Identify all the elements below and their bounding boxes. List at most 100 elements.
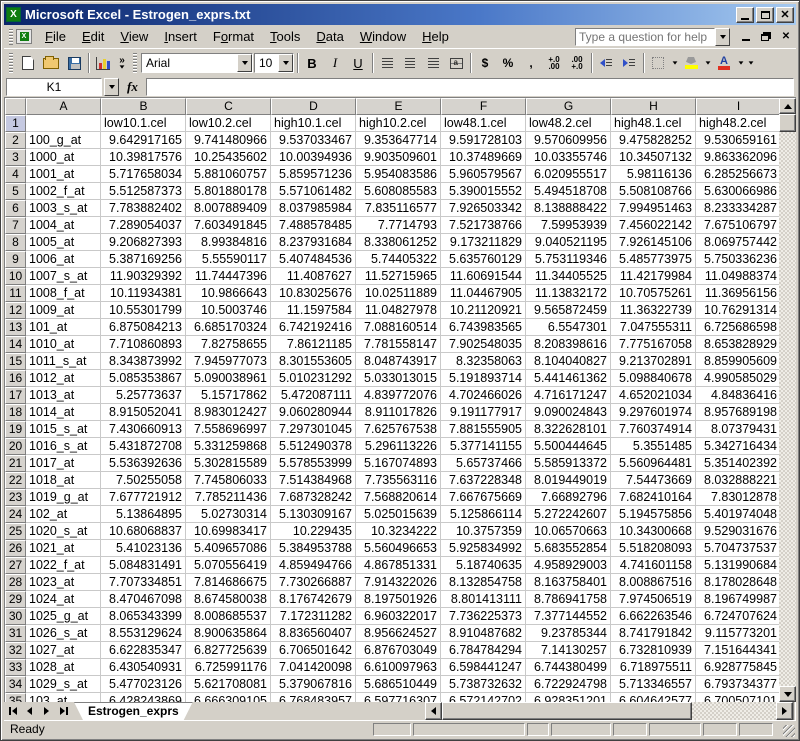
column-header-b[interactable]: B bbox=[101, 98, 186, 115]
cell-I16[interactable]: 4.990585029 bbox=[696, 370, 779, 387]
cell-G24[interactable]: 5.272242607 bbox=[526, 506, 611, 523]
menu-item-view[interactable]: View bbox=[112, 26, 156, 47]
cell-D12[interactable]: 11.1597584 bbox=[271, 302, 356, 319]
cell-G29[interactable]: 8.786941758 bbox=[526, 591, 611, 608]
cell-I21[interactable]: 5.351402392 bbox=[696, 455, 779, 472]
row-header-33[interactable]: 33 bbox=[5, 659, 26, 676]
cell-H4[interactable]: 5.98116136 bbox=[611, 166, 696, 183]
cell-G17[interactable]: 4.716171247 bbox=[526, 387, 611, 404]
cell-C14[interactable]: 7.82758655 bbox=[186, 336, 271, 353]
cell-I17[interactable]: 4.84836416 bbox=[696, 387, 779, 404]
cell-F19[interactable]: 7.881555905 bbox=[441, 421, 526, 438]
cell-I4[interactable]: 6.285256673 bbox=[696, 166, 779, 183]
horizontal-scrollbar-track[interactable] bbox=[692, 702, 776, 720]
cell-G35[interactable]: 6.928351201 bbox=[526, 693, 611, 702]
cell-I18[interactable]: 8.957689198 bbox=[696, 404, 779, 421]
cell-I32[interactable]: 7.151644341 bbox=[696, 642, 779, 659]
cell-B3[interactable]: 10.39817576 bbox=[101, 149, 186, 166]
cell-C11[interactable]: 10.9866643 bbox=[186, 285, 271, 302]
align-center-button[interactable] bbox=[399, 52, 421, 74]
horizontal-scrollbar[interactable] bbox=[211, 702, 796, 720]
cell-H27[interactable]: 4.741601158 bbox=[611, 557, 696, 574]
row-header-21[interactable]: 21 bbox=[5, 455, 26, 472]
toolbar-options-icon[interactable] bbox=[746, 52, 755, 74]
cell-H24[interactable]: 5.194575856 bbox=[611, 506, 696, 523]
cell-F25[interactable]: 10.3757359 bbox=[441, 523, 526, 540]
cell-D19[interactable]: 7.297301045 bbox=[271, 421, 356, 438]
row-header-30[interactable]: 30 bbox=[5, 608, 26, 625]
menu-item-window[interactable]: Window bbox=[352, 26, 414, 47]
cell-C23[interactable]: 7.785211436 bbox=[186, 489, 271, 506]
cell-C18[interactable]: 8.983012427 bbox=[186, 404, 271, 421]
cell-F7[interactable]: 7.521738766 bbox=[441, 217, 526, 234]
column-header-e[interactable]: E bbox=[356, 98, 441, 115]
cell-I13[interactable]: 6.725686598 bbox=[696, 319, 779, 336]
cell-I10[interactable]: 11.04988374 bbox=[696, 268, 779, 285]
cell-H11[interactable]: 10.70575261 bbox=[611, 285, 696, 302]
cell-H33[interactable]: 6.718975511 bbox=[611, 659, 696, 676]
cell-A1[interactable] bbox=[26, 115, 101, 132]
cell-D8[interactable]: 8.237931684 bbox=[271, 234, 356, 251]
minimize-button[interactable] bbox=[736, 7, 754, 23]
row-header-13[interactable]: 13 bbox=[5, 319, 26, 336]
toolbar-overflow-button[interactable]: » bbox=[115, 52, 129, 74]
cell-F22[interactable]: 7.637228348 bbox=[441, 472, 526, 489]
cell-F27[interactable]: 5.18740635 bbox=[441, 557, 526, 574]
cell-A10[interactable]: 1007_s_at bbox=[26, 268, 101, 285]
cell-I31[interactable]: 9.115773201 bbox=[696, 625, 779, 642]
cell-G23[interactable]: 7.66892796 bbox=[526, 489, 611, 506]
cell-C28[interactable]: 7.814686675 bbox=[186, 574, 271, 591]
cell-C34[interactable]: 5.621708081 bbox=[186, 676, 271, 693]
cell-D14[interactable]: 7.86121185 bbox=[271, 336, 356, 353]
cell-I6[interactable]: 8.233334287 bbox=[696, 200, 779, 217]
cell-A17[interactable]: 1013_at bbox=[26, 387, 101, 404]
cell-C9[interactable]: 5.55590117 bbox=[186, 251, 271, 268]
cell-B13[interactable]: 6.875084213 bbox=[101, 319, 186, 336]
cell-F14[interactable]: 7.902548035 bbox=[441, 336, 526, 353]
font-size-combobox[interactable]: 10 bbox=[254, 53, 294, 73]
comma-button[interactable]: , bbox=[520, 52, 542, 74]
cell-G26[interactable]: 5.683552854 bbox=[526, 540, 611, 557]
cell-F31[interactable]: 8.910487682 bbox=[441, 625, 526, 642]
cell-E5[interactable]: 5.608085583 bbox=[356, 183, 441, 200]
cell-C6[interactable]: 8.007889409 bbox=[186, 200, 271, 217]
italic-button[interactable]: I bbox=[324, 52, 346, 74]
row-header-18[interactable]: 18 bbox=[5, 404, 26, 421]
cell-B28[interactable]: 7.707334851 bbox=[101, 574, 186, 591]
cell-F33[interactable]: 6.598441247 bbox=[441, 659, 526, 676]
cell-E11[interactable]: 10.02511889 bbox=[356, 285, 441, 302]
cell-D13[interactable]: 6.742192416 bbox=[271, 319, 356, 336]
chart-wizard-button[interactable] bbox=[92, 52, 114, 74]
cell-E6[interactable]: 7.835116577 bbox=[356, 200, 441, 217]
cell-B9[interactable]: 5.387169256 bbox=[101, 251, 186, 268]
insert-function-icon[interactable]: fx bbox=[121, 79, 144, 95]
cell-G9[interactable]: 5.753119346 bbox=[526, 251, 611, 268]
cell-B7[interactable]: 7.289054037 bbox=[101, 217, 186, 234]
menu-item-insert[interactable]: Insert bbox=[156, 26, 205, 47]
cell-G19[interactable]: 8.322628101 bbox=[526, 421, 611, 438]
cell-E22[interactable]: 7.735563116 bbox=[356, 472, 441, 489]
row-header-22[interactable]: 22 bbox=[5, 472, 26, 489]
cell-C33[interactable]: 6.725991176 bbox=[186, 659, 271, 676]
column-header-c[interactable]: C bbox=[186, 98, 271, 115]
menu-item-edit[interactable]: Edit bbox=[74, 26, 112, 47]
cell-B30[interactable]: 8.065343399 bbox=[101, 608, 186, 625]
cell-E32[interactable]: 6.876703049 bbox=[356, 642, 441, 659]
close-button[interactable]: ✕ bbox=[776, 7, 794, 23]
cell-A31[interactable]: 1026_s_at bbox=[26, 625, 101, 642]
cell-E29[interactable]: 8.197501926 bbox=[356, 591, 441, 608]
cell-G15[interactable]: 8.104040827 bbox=[526, 353, 611, 370]
vertical-scrollbar-track[interactable] bbox=[779, 132, 796, 686]
cell-E15[interactable]: 8.048743917 bbox=[356, 353, 441, 370]
cell-F28[interactable]: 8.132854758 bbox=[441, 574, 526, 591]
cell-H13[interactable]: 7.047555311 bbox=[611, 319, 696, 336]
cell-E1[interactable]: high10.2.cel bbox=[356, 115, 441, 132]
vertical-scrollbar[interactable] bbox=[779, 98, 796, 702]
cell-F2[interactable]: 9.591728103 bbox=[441, 132, 526, 149]
cell-H20[interactable]: 5.3551485 bbox=[611, 438, 696, 455]
cell-B25[interactable]: 10.68068837 bbox=[101, 523, 186, 540]
cell-G5[interactable]: 5.494518708 bbox=[526, 183, 611, 200]
column-header-a[interactable]: A bbox=[26, 98, 101, 115]
help-question-input[interactable] bbox=[575, 28, 715, 46]
cell-H25[interactable]: 10.34300668 bbox=[611, 523, 696, 540]
